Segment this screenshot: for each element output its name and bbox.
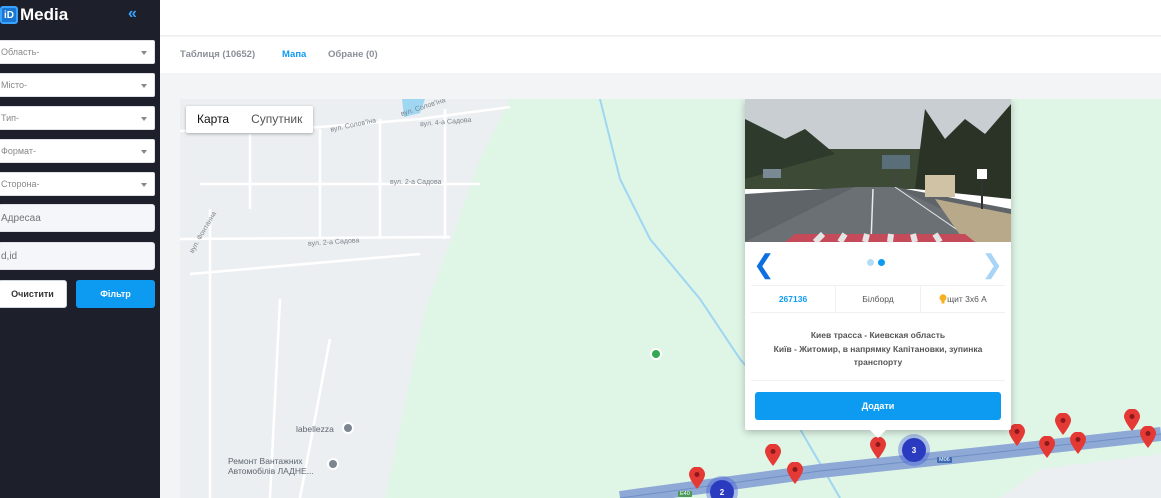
map-type-map[interactable]: Карта	[186, 106, 240, 133]
billboard-photo[interactable]	[745, 99, 1011, 242]
billboard-pin[interactable]	[1124, 409, 1140, 431]
poi-label: Ремонт Вантажних	[228, 456, 303, 466]
billboard-pin[interactable]	[765, 444, 781, 466]
map-view[interactable]: Карта Супутник вул. Солов'їна вул. Солов…	[180, 99, 1161, 498]
logo-text: Media	[20, 5, 69, 24]
chevron-down-icon	[141, 183, 147, 187]
next-photo-icon[interactable]: ❯	[981, 249, 1003, 280]
tab-favorites[interactable]: Обране (0)	[328, 49, 378, 60]
clear-button[interactable]: Очистити	[0, 280, 67, 308]
billboard-pin[interactable]	[1039, 436, 1055, 458]
poi-icon[interactable]	[327, 458, 339, 470]
filter-button[interactable]: Фільтр	[76, 280, 155, 308]
address-line-2: Київ - Житомир, в напрямку Капітановки, …	[773, 343, 983, 368]
billboard-format-value: щит 3х6 А	[947, 294, 987, 304]
billboard-pin[interactable]	[870, 437, 886, 459]
billboard-pin[interactable]	[689, 467, 705, 489]
chevron-down-icon	[141, 117, 147, 121]
address-input[interactable]	[0, 204, 155, 232]
billboard-id[interactable]: 267136	[751, 286, 836, 312]
billboard-info-card: ❮ ❯ 267136 Білборд щит 3х6 А Киев трасса…	[745, 99, 1011, 438]
view-tabs: Таблиця (10652) Мапа Обране (0)	[160, 37, 1161, 73]
type-select-value: Тип-	[1, 113, 19, 123]
sidebar: iD Media « Область- Місто- Тип- Формат- …	[0, 0, 160, 498]
street-label: вул. 2-а Садова	[390, 179, 442, 186]
road-badge: M06	[937, 457, 952, 463]
pin-cluster[interactable]: 2	[710, 480, 734, 498]
map-type-toggle: Карта Супутник	[186, 106, 314, 133]
id-input[interactable]	[0, 242, 155, 270]
tab-map[interactable]: Мапа	[282, 49, 306, 60]
divider	[751, 380, 1005, 381]
region-select[interactable]: Область-	[0, 40, 155, 64]
pin-cluster[interactable]: 3	[902, 438, 926, 462]
billboard-type: Білборд	[836, 286, 921, 312]
add-button[interactable]: Додати	[755, 392, 1001, 420]
photo-dots	[867, 259, 885, 266]
region-select-value: Область-	[1, 47, 40, 57]
billboard-pin[interactable]	[1070, 432, 1086, 454]
billboard-format: щит 3х6 А	[921, 286, 1005, 312]
format-select-value: Формат-	[1, 146, 36, 156]
billboard-pin[interactable]	[1140, 426, 1156, 448]
city-select[interactable]: Місто-	[0, 73, 155, 97]
chevron-down-icon	[141, 51, 147, 55]
logo[interactable]: iD Media	[0, 5, 68, 25]
prev-photo-icon[interactable]: ❮	[753, 249, 775, 280]
photo-dot-active[interactable]	[878, 259, 885, 266]
logo-badge: iD	[0, 6, 18, 24]
park-icon[interactable]	[650, 348, 662, 360]
type-select[interactable]: Тип-	[0, 106, 155, 130]
billboard-pin[interactable]	[787, 462, 803, 484]
collapse-sidebar-icon[interactable]: «	[128, 5, 137, 23]
side-select[interactable]: Сторона-	[0, 172, 155, 196]
billboard-address: Киев трасса - Киевская область Київ - Жи…	[757, 329, 999, 370]
app-root: iD Media « Область- Місто- Тип- Формат- …	[0, 0, 1161, 498]
photo-dot[interactable]	[867, 259, 874, 266]
poi-icon[interactable]	[342, 422, 354, 434]
map-type-satellite[interactable]: Супутник	[240, 106, 313, 133]
billboard-pin[interactable]	[1055, 413, 1071, 435]
address-line-1: Киев трасса - Киевская область	[810, 330, 946, 340]
road-badge: E40	[678, 491, 692, 497]
lightbulb-icon	[939, 294, 947, 304]
city-select-value: Місто-	[1, 80, 28, 90]
format-select[interactable]: Формат-	[0, 139, 155, 163]
chevron-down-icon	[141, 84, 147, 88]
side-select-value: Сторона-	[1, 179, 40, 189]
chevron-down-icon	[141, 150, 147, 154]
poi-label: Автомобілів ЛАДНЕ...	[228, 466, 314, 476]
tab-table[interactable]: Таблиця (10652)	[180, 49, 255, 60]
billboard-info-row: 267136 Білборд щит 3х6 А	[751, 285, 1005, 313]
billboard-pin[interactable]	[1009, 424, 1025, 446]
top-bar	[160, 0, 1161, 36]
poi-label: labellezza	[296, 424, 334, 434]
